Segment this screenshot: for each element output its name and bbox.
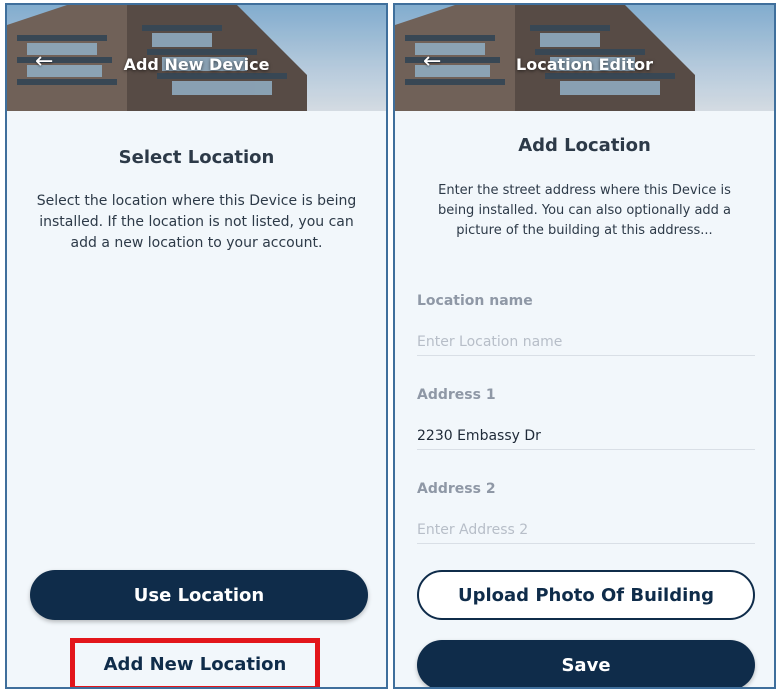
header-title: Location Editor (516, 55, 653, 74)
upload-photo-label: Upload Photo Of Building (458, 584, 714, 606)
header-title: Add New Device (123, 55, 270, 74)
location-name-input[interactable] (417, 329, 755, 356)
address-2-input[interactable] (417, 517, 755, 544)
address-1-input[interactable] (417, 423, 755, 450)
use-location-button[interactable]: Use Location (30, 570, 368, 620)
page-description: Enter the street address where this Devi… (437, 183, 732, 238)
header-building-banner: ← Add New Device (7, 5, 386, 111)
upload-photo-button[interactable]: Upload Photo Of Building (417, 570, 755, 620)
page-heading: Add Location (518, 135, 651, 156)
use-location-label: Use Location (133, 584, 265, 606)
add-new-location-label: Add New Location (103, 654, 287, 675)
page-heading: Select Location (118, 147, 275, 168)
save-label: Save (561, 654, 611, 676)
save-button[interactable]: Save (417, 640, 755, 687)
header-building-banner: ← Location Editor (395, 5, 774, 111)
page-description: Select the location where this Device is… (36, 193, 357, 251)
location-name-label: Location name (417, 293, 533, 309)
add-new-location-button[interactable]: Add New Location (75, 643, 315, 686)
address-2-label: Address 2 (417, 481, 496, 497)
right-screen-location-editor: ← Location Editor Add Location Enter the… (393, 3, 776, 689)
address-1-label: Address 1 (417, 387, 496, 403)
left-screen-add-new-device: ← Add New Device Select Location Select … (5, 3, 388, 689)
